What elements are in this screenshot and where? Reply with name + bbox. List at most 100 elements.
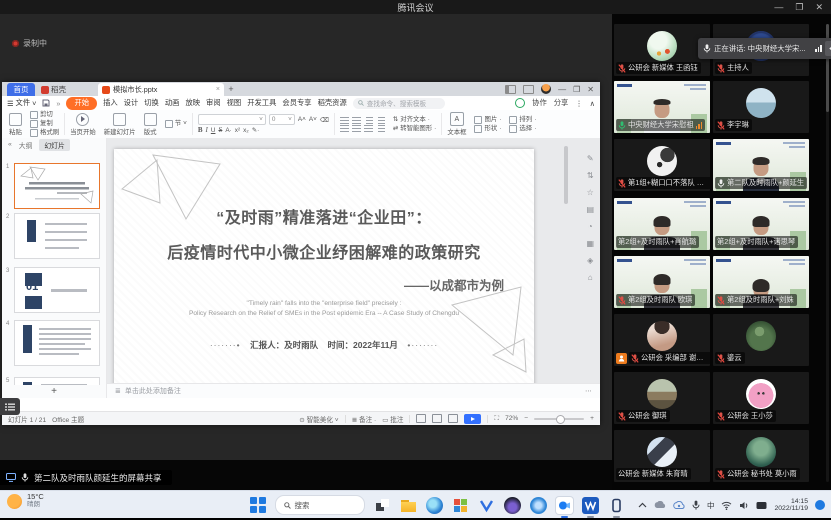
participant-tile[interactable]: 公研会 采编部 谢吉… [614,314,710,366]
cloud-sync-icon[interactable] [673,501,685,510]
notes-toggle[interactable]: ≣ 备注 · [352,414,377,424]
collapse-panel-icon[interactable]: « [8,141,12,148]
slideshow-button[interactable] [464,414,481,424]
participant-tile[interactable]: 公研会 御琪 [614,372,710,424]
wps-document-tab[interactable]: 模拟市长.pptx × [98,83,224,96]
volume-icon[interactable] [739,501,749,510]
cut-button[interactable]: 剪切 [30,111,53,119]
zoom-slider[interactable] [534,418,584,420]
wifi-icon[interactable] [721,501,732,510]
tab-devtools[interactable]: 开发工具 [247,98,276,108]
minimize-icon[interactable]: — [774,0,783,14]
new-tab-button[interactable]: + [224,83,238,96]
align-left-icon[interactable] [340,125,349,132]
select-button[interactable]: 选择 · [509,125,536,133]
dark-app-icon[interactable] [504,497,521,514]
sorter-view-icon[interactable] [432,414,442,423]
arrange-button[interactable]: 排列 · [509,116,536,124]
tab-list-icon[interactable] [523,85,534,94]
participant-tile[interactable]: 中央财经大学宋慰祖 [614,81,710,133]
tray-expand-icon[interactable] [638,502,647,508]
participant-tile[interactable]: 公研会 王小莎 [713,372,809,424]
participant-tile[interactable]: 第2组+及时雨队+诸思琴 [713,198,809,250]
wps-close-icon[interactable]: ✕ [587,85,594,94]
translate-icon[interactable]: ⌂ [588,273,593,282]
properties-icon[interactable]: ✎ [587,154,594,163]
close-tab-icon[interactable]: × [216,86,220,93]
v-app-icon[interactable] [478,497,495,514]
participant-tile[interactable]: 公研会 新媒体 朱育晴 [614,430,710,482]
layout-pane-icon[interactable]: ▤ [586,205,594,214]
tab-review[interactable]: 审阅 [206,98,221,108]
slide-thumbnail-4[interactable]: 4 [14,320,100,366]
smart-graphic-button[interactable]: ⇄ 转智能图形 · [393,125,436,133]
split-view-icon[interactable] [505,85,516,94]
participant-tile[interactable]: 李宇琳 [713,81,809,133]
share-button[interactable]: 分享 [554,98,569,108]
wps-restore-icon[interactable]: ❐ [573,85,580,94]
word-icon[interactable] [582,497,599,514]
clock[interactable]: 14:15 2022/11/19 [774,498,808,513]
underline-button[interactable]: U [211,127,216,134]
copy-button[interactable]: 复制 [30,120,53,128]
clear-format-icon[interactable]: ⌫ [320,116,329,124]
new-slide-button[interactable]: 新建幻灯片 [100,110,140,138]
settings-icon[interactable]: ◈ [587,256,593,265]
fit-icon[interactable]: ⛶ [494,415,499,423]
strike-button[interactable]: S [218,126,222,134]
participant-tile[interactable]: 第2组及时雨队 欧琪 [614,256,710,308]
tab-animation[interactable]: 动画 [165,98,180,108]
tencent-meeting-icon[interactable] [556,497,573,514]
align-text-button[interactable]: ⇅ 对齐文本 · [393,116,430,124]
tray-mic-icon[interactable] [692,500,700,510]
slide-thumbnail-3[interactable]: 3 01 [14,267,100,313]
account-avatar[interactable] [541,84,551,94]
more-menu-icon[interactable]: ⋮ [575,99,582,108]
increase-font-icon[interactable]: A˄ [298,116,306,123]
participant-tile[interactable]: 公研会 新媒体 王函钰 [614,24,710,76]
back-arrow-button[interactable] [825,41,831,56]
task-view-icon[interactable] [374,497,391,514]
shape-button[interactable]: 形状 · [474,125,501,133]
zoom-slider-knob[interactable] [556,415,565,424]
highlight-icon[interactable]: ✎· [252,126,259,134]
numbering-icon[interactable] [352,117,361,124]
notification-badge[interactable] [815,500,825,510]
bold-button[interactable]: B [198,126,203,134]
blue-app-icon[interactable] [530,497,547,514]
play-from-current-button[interactable]: 当页开始 [66,110,100,138]
store-icon[interactable] [452,497,469,514]
format-painter-button[interactable]: 格式刷 [30,129,59,137]
participant-tile[interactable]: 第2组+及时雨队+肖航璐 [614,198,710,250]
participants-scrollbar[interactable] [826,24,829,482]
slide-thumbnail-2[interactable]: 2 [14,213,100,259]
start-button[interactable] [250,497,266,513]
tab-docer-res[interactable]: 稻壳资源 [318,98,347,108]
participant-tile[interactable]: 第2组及时雨队+刘姝 [713,256,809,308]
paste-button[interactable]: 粘贴 [5,110,26,138]
zoom-level[interactable]: 72% [505,415,518,422]
tab-insert[interactable]: 插入 [103,98,118,108]
taskbar-search[interactable]: 搜索 [275,495,365,515]
zoom-out-button[interactable]: − [524,415,528,422]
slide-canvas[interactable]: “及时雨”精准落进“企业田”： 后疫情时代中小微企业纾困解难的政策研究 ——以成… [107,138,600,383]
phone-link-icon[interactable] [608,497,625,514]
smart-beautify-button[interactable]: ⊙ 智能美化 ˅ [299,414,338,424]
edge-browser-icon[interactable] [426,497,443,514]
font-color-icon[interactable]: A· [225,127,231,134]
normal-view-icon[interactable] [416,414,426,423]
tab-start[interactable]: 开始 [66,97,97,110]
help-icon[interactable]: ◔ [588,222,593,231]
picture-button[interactable]: 图片 · [474,116,501,124]
zoom-in-button[interactable]: + [590,415,594,422]
text-box-button[interactable]: A 文本框 [443,110,470,138]
participant-tile[interactable]: 第二队及时雨队+颜延生 [713,139,809,191]
add-slide-button[interactable]: + [2,385,106,398]
pen-device-icon[interactable] [756,501,767,510]
subscript-icon[interactable]: x₂ [243,127,249,134]
decrease-font-icon[interactable]: A˅ [309,116,317,123]
animation-pane-icon[interactable]: ⇅ [587,171,594,180]
participant-tile[interactable]: 公研会 秘书处 莫小雨 [713,430,809,482]
slide-layout-button[interactable]: 版式 [140,110,161,138]
comments-toggle[interactable]: ▭ 批注 [382,414,403,424]
